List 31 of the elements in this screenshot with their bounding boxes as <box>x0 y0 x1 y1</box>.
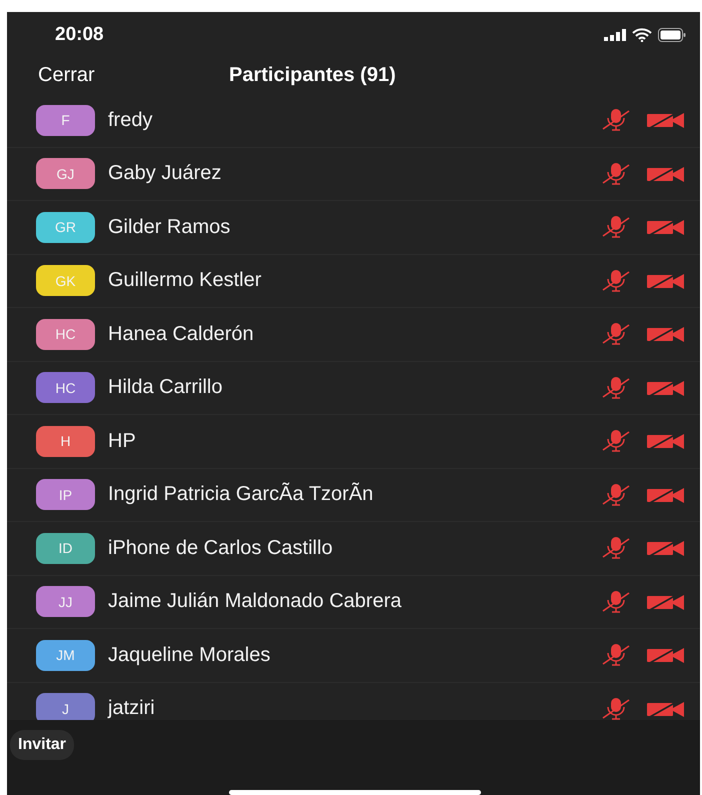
initials-avatar: GK <box>36 265 95 296</box>
participant-name: iPhone de Carlos Castillo <box>108 536 334 560</box>
battery-icon <box>658 28 686 42</box>
participant-name: Jaqueline Morales <box>108 644 272 667</box>
participant-name: Jaime Julián Maldonado Cabrera <box>108 590 402 614</box>
participant-name: Gaby Juárez <box>108 162 222 186</box>
initials-avatar: J <box>36 693 95 720</box>
participant-name: Hilda Carrillo <box>108 376 224 400</box>
initials-avatar: IP <box>36 479 95 510</box>
close-button[interactable]: Cerrar <box>7 64 95 87</box>
signal-icon <box>604 28 626 40</box>
invite-button[interactable]: Invitar <box>10 730 74 760</box>
initials-avatar: F <box>36 104 95 136</box>
initials-avatar: GR <box>36 212 95 243</box>
initials-avatar: GJ <box>36 158 95 190</box>
participant-name: fredy <box>108 108 154 132</box>
participant-name: HP <box>108 430 137 453</box>
initials-avatar: JM <box>36 640 95 671</box>
initials-avatar: HC <box>36 372 95 404</box>
initials-avatar: H <box>36 426 95 457</box>
participant-name: Hanea Calderón <box>108 322 255 346</box>
initials-avatar: JJ <box>36 586 95 618</box>
participant-name: Gilder Ramos <box>108 216 232 239</box>
initials-avatar: HC <box>36 318 95 350</box>
status-time: 20:08 <box>55 24 104 46</box>
initials-avatar: ID <box>36 532 95 564</box>
participant-name: jatziri <box>108 697 156 720</box>
participant-name: Ingrid Patricia GarcÃa TzorÃn <box>108 483 374 506</box>
participant-name: Guillermo Kestler <box>108 269 262 292</box>
screen-title: Participantes (91) <box>229 64 396 87</box>
wifi-icon <box>632 28 652 42</box>
